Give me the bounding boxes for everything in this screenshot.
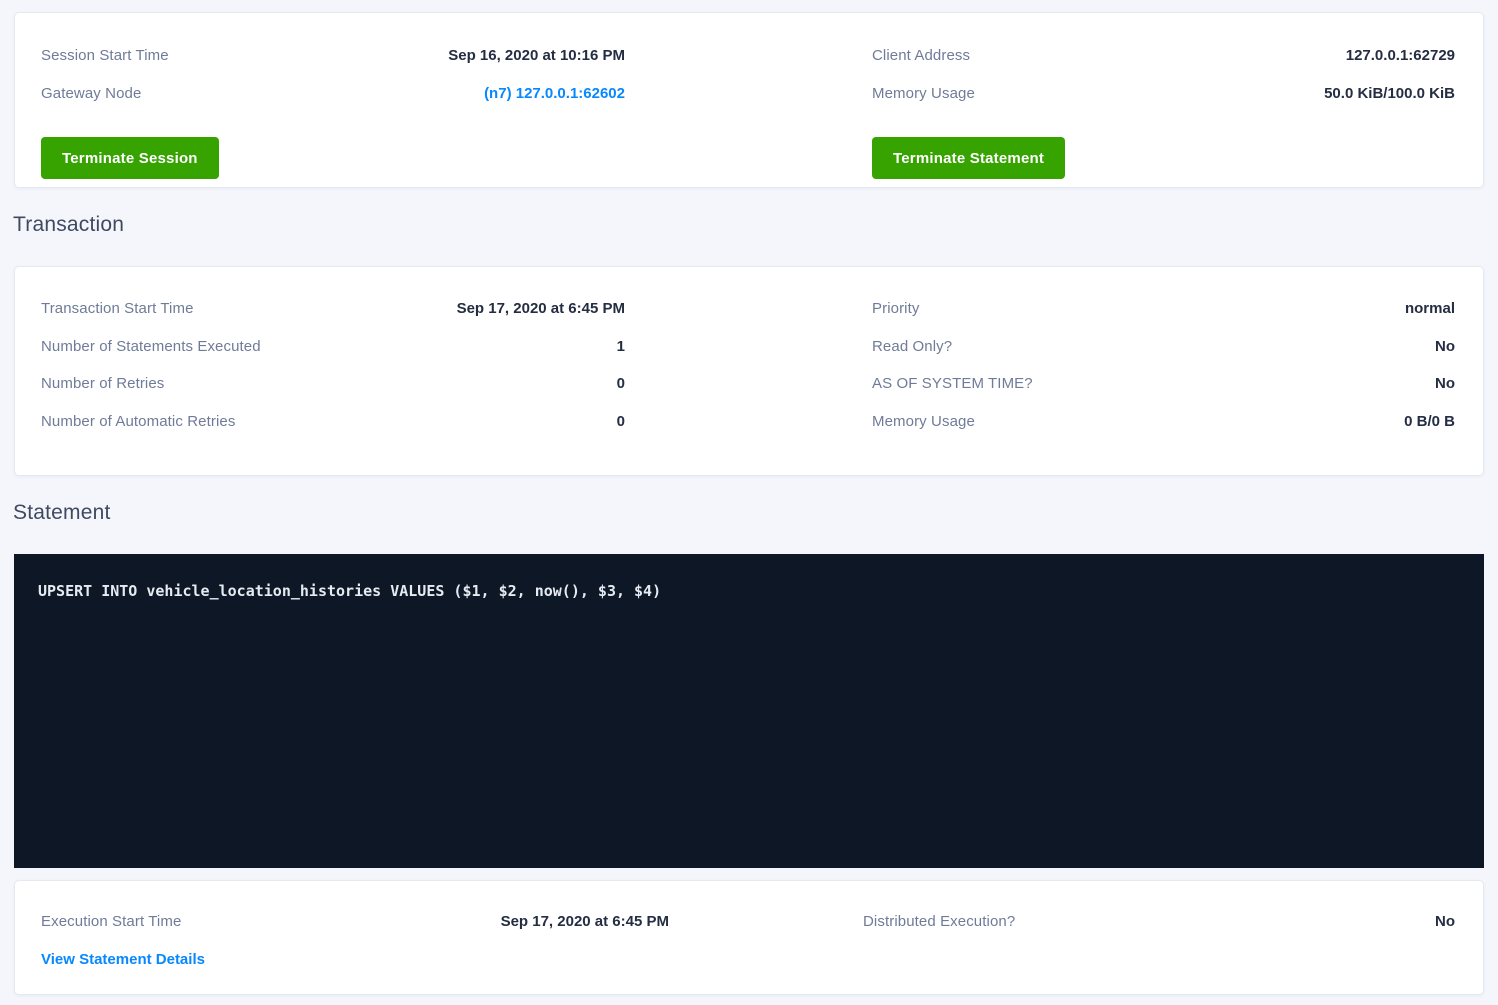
read-only-label: Read Only? <box>872 338 952 356</box>
transaction-left-column: Transaction Start Time Sep 17, 2020 at 6… <box>41 300 625 475</box>
transaction-memory-usage-row: Memory Usage 0 B/0 B <box>872 413 1455 431</box>
execution-right-column: Distributed Execution? No <box>863 913 1455 994</box>
client-address-row: Client Address 127.0.0.1:62729 <box>872 47 1455 65</box>
automatic-retries-label: Number of Automatic Retries <box>41 413 235 431</box>
as-of-system-time-label: AS OF SYSTEM TIME? <box>872 375 1033 393</box>
retries-value: 0 <box>617 375 625 393</box>
terminate-statement-button[interactable]: Terminate Statement <box>872 137 1065 179</box>
gateway-node-label: Gateway Node <box>41 85 141 103</box>
distributed-execution-row: Distributed Execution? No <box>863 913 1455 931</box>
session-start-time-row: Session Start Time Sep 16, 2020 at 10:16… <box>41 47 625 65</box>
transaction-memory-usage-value: 0 B/0 B <box>1404 413 1455 431</box>
transaction-start-time-row: Transaction Start Time Sep 17, 2020 at 6… <box>41 300 625 318</box>
statements-executed-row: Number of Statements Executed 1 <box>41 338 625 356</box>
view-statement-details-link[interactable]: View Statement Details <box>41 951 205 968</box>
sql-statement-text: UPSERT INTO vehicle_location_histories V… <box>38 582 1460 601</box>
session-memory-usage-label: Memory Usage <box>872 85 975 103</box>
execution-summary-card: Execution Start Time Sep 17, 2020 at 6:4… <box>14 880 1484 995</box>
session-memory-usage-value: 50.0 KiB/100.0 KiB <box>1324 85 1455 103</box>
terminate-session-button[interactable]: Terminate Session <box>41 137 219 179</box>
priority-label: Priority <box>872 300 919 318</box>
session-summary-left-column: Session Start Time Sep 16, 2020 at 10:16… <box>41 47 625 187</box>
gateway-node-link[interactable]: (n7) 127.0.0.1:62602 <box>484 85 625 103</box>
sql-statement-box: UPSERT INTO vehicle_location_histories V… <box>14 554 1484 868</box>
priority-value: normal <box>1405 300 1455 318</box>
client-address-label: Client Address <box>872 47 970 65</box>
transaction-right-column: Priority normal Read Only? No AS OF SYST… <box>872 300 1455 475</box>
session-summary-right-column: Client Address 127.0.0.1:62729 Memory Us… <box>872 47 1455 187</box>
as-of-system-time-row: AS OF SYSTEM TIME? No <box>872 375 1455 393</box>
transaction-memory-usage-label: Memory Usage <box>872 413 975 431</box>
execution-start-time-label: Execution Start Time <box>41 913 181 931</box>
gateway-node-row: Gateway Node (n7) 127.0.0.1:62602 <box>41 85 625 103</box>
read-only-row: Read Only? No <box>872 338 1455 356</box>
statements-executed-label: Number of Statements Executed <box>41 338 261 356</box>
automatic-retries-row: Number of Automatic Retries 0 <box>41 413 625 431</box>
transaction-start-time-value: Sep 17, 2020 at 6:45 PM <box>457 300 625 318</box>
as-of-system-time-value: No <box>1435 375 1455 393</box>
execution-left-column: Execution Start Time Sep 17, 2020 at 6:4… <box>41 913 669 994</box>
session-memory-usage-row: Memory Usage 50.0 KiB/100.0 KiB <box>872 85 1455 103</box>
session-start-time-label: Session Start Time <box>41 47 169 65</box>
session-start-time-value: Sep 16, 2020 at 10:16 PM <box>448 47 625 65</box>
transaction-summary-card: Transaction Start Time Sep 17, 2020 at 6… <box>14 266 1484 476</box>
execution-start-time-row: Execution Start Time Sep 17, 2020 at 6:4… <box>41 913 669 931</box>
session-details-page: Session Start Time Sep 16, 2020 at 10:16… <box>0 0 1498 995</box>
statements-executed-value: 1 <box>617 338 625 356</box>
automatic-retries-value: 0 <box>617 413 625 431</box>
read-only-value: No <box>1435 338 1455 356</box>
priority-row: Priority normal <box>872 300 1455 318</box>
view-statement-details-row: View Statement Details <box>41 951 669 969</box>
client-address-value: 127.0.0.1:62729 <box>1346 47 1455 65</box>
transaction-start-time-label: Transaction Start Time <box>41 300 194 318</box>
distributed-execution-label: Distributed Execution? <box>863 913 1015 931</box>
execution-start-time-value: Sep 17, 2020 at 6:45 PM <box>501 913 669 931</box>
transaction-heading: Transaction <box>13 213 1498 237</box>
session-summary-card: Session Start Time Sep 16, 2020 at 10:16… <box>14 12 1484 188</box>
retries-row: Number of Retries 0 <box>41 375 625 393</box>
retries-label: Number of Retries <box>41 375 164 393</box>
statement-heading: Statement <box>13 501 1498 525</box>
distributed-execution-value: No <box>1435 913 1455 931</box>
